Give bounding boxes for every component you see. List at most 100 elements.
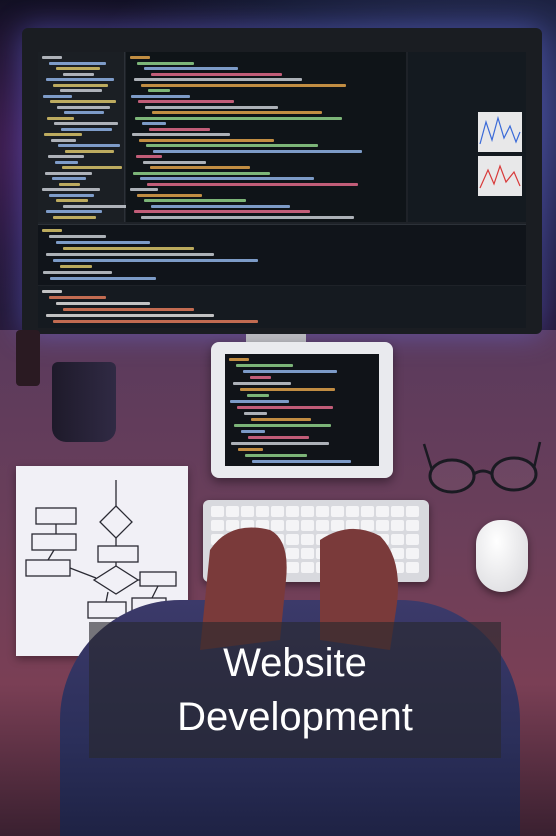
code-line bbox=[62, 166, 122, 169]
code-line bbox=[54, 122, 118, 125]
code-line bbox=[137, 61, 194, 65]
code-line bbox=[238, 448, 263, 451]
code-line bbox=[150, 166, 250, 169]
code-line bbox=[140, 177, 314, 180]
code-line bbox=[63, 247, 194, 250]
code-line bbox=[229, 358, 249, 361]
code-line bbox=[252, 460, 351, 463]
code-line bbox=[42, 188, 100, 191]
code-line bbox=[152, 111, 322, 114]
keyboard-key bbox=[226, 506, 239, 517]
code-line bbox=[46, 78, 114, 81]
code-line bbox=[142, 122, 166, 125]
keyboard-key bbox=[241, 506, 254, 517]
code-line bbox=[141, 215, 354, 219]
code-line bbox=[139, 138, 274, 142]
mouse-icon bbox=[476, 520, 528, 592]
code-line bbox=[50, 100, 116, 103]
code-line bbox=[49, 193, 94, 197]
mug-icon bbox=[52, 362, 116, 442]
code-line bbox=[46, 253, 214, 256]
monitor-screen bbox=[38, 52, 526, 328]
ide-plots-panel bbox=[408, 52, 526, 222]
keyboard-key bbox=[376, 506, 389, 517]
code-line bbox=[64, 111, 104, 114]
keyboard-key bbox=[391, 506, 404, 517]
tablet bbox=[211, 342, 393, 478]
code-line bbox=[43, 94, 72, 98]
ide-code-editor bbox=[126, 52, 406, 222]
keyboard-key bbox=[301, 506, 314, 517]
code-line bbox=[138, 100, 234, 103]
caption-box: Website Development bbox=[89, 622, 501, 758]
code-line bbox=[240, 388, 335, 391]
keyboard-key bbox=[211, 506, 224, 517]
code-line bbox=[63, 204, 132, 208]
code-line bbox=[135, 116, 342, 120]
code-line bbox=[151, 72, 282, 76]
code-line bbox=[137, 193, 202, 197]
code-line bbox=[134, 210, 310, 213]
code-line bbox=[44, 133, 82, 136]
code-line bbox=[58, 144, 120, 147]
code-line bbox=[60, 265, 92, 268]
code-line bbox=[45, 171, 92, 175]
code-line bbox=[59, 182, 80, 186]
keyboard-key bbox=[286, 506, 299, 517]
caption-line-1: Website bbox=[223, 641, 367, 685]
code-line bbox=[148, 89, 170, 92]
code-line bbox=[236, 364, 293, 367]
tablet-screen bbox=[225, 354, 379, 466]
keyboard-key bbox=[361, 506, 374, 517]
code-line bbox=[55, 160, 78, 164]
code-line bbox=[53, 320, 258, 323]
code-line bbox=[53, 215, 96, 219]
code-line bbox=[60, 89, 102, 92]
code-line bbox=[46, 314, 214, 317]
code-line bbox=[248, 436, 309, 439]
code-line bbox=[42, 229, 62, 232]
code-line bbox=[153, 149, 362, 153]
code-line bbox=[250, 376, 271, 379]
code-line bbox=[49, 61, 106, 65]
code-line bbox=[57, 105, 110, 109]
code-line bbox=[247, 394, 269, 397]
code-line bbox=[144, 67, 238, 70]
code-line bbox=[132, 133, 230, 136]
code-line bbox=[233, 382, 291, 385]
ide-output bbox=[38, 286, 526, 328]
code-line bbox=[149, 127, 210, 131]
code-line bbox=[56, 199, 88, 202]
ide-console bbox=[38, 224, 526, 285]
code-line bbox=[51, 138, 76, 142]
code-line bbox=[56, 302, 150, 305]
ide-file-tree bbox=[38, 52, 132, 222]
code-line bbox=[145, 105, 278, 109]
code-line bbox=[130, 56, 150, 59]
code-line bbox=[47, 116, 74, 120]
code-line bbox=[50, 277, 156, 280]
cup-icon bbox=[16, 330, 40, 386]
code-line bbox=[241, 430, 265, 433]
code-line bbox=[146, 144, 318, 147]
code-line bbox=[49, 296, 106, 299]
code-line bbox=[63, 308, 194, 311]
code-line bbox=[61, 127, 112, 131]
keyboard-key bbox=[256, 506, 269, 517]
keyboard-key bbox=[316, 506, 329, 517]
code-line bbox=[237, 406, 333, 409]
code-line bbox=[143, 160, 206, 164]
code-line bbox=[48, 155, 84, 158]
code-line bbox=[42, 290, 62, 293]
plot-thumbnails bbox=[478, 112, 522, 196]
keyboard-key bbox=[346, 506, 359, 517]
code-line bbox=[42, 56, 62, 59]
keyboard-key bbox=[271, 506, 284, 517]
code-line bbox=[147, 182, 358, 186]
keyboard-key bbox=[331, 506, 344, 517]
code-line bbox=[134, 78, 302, 81]
hero-image: Website Development bbox=[0, 0, 556, 836]
code-line bbox=[43, 271, 112, 274]
code-line bbox=[244, 412, 267, 415]
code-line bbox=[144, 199, 246, 202]
